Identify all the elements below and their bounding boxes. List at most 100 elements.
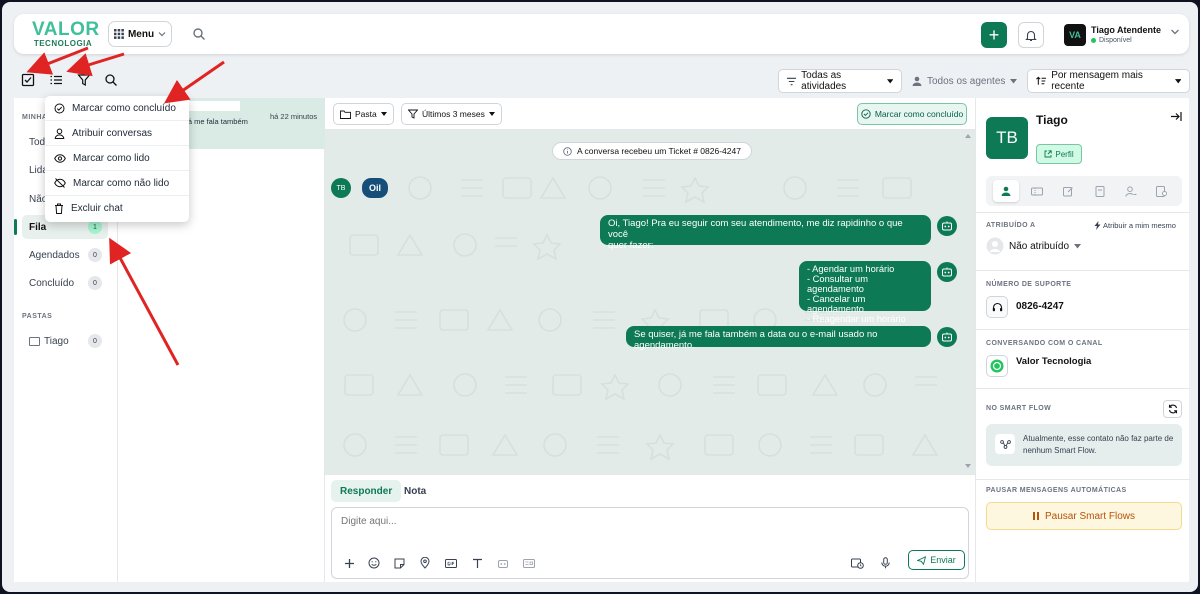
support-number: 0826-4247 (1016, 301, 1064, 312)
sort-filter-label: Por mensagem mais recente (1051, 70, 1143, 92)
send-button-label: Enviar (930, 555, 956, 565)
tab-history[interactable] (1149, 180, 1175, 202)
smartflow-info: Atualmente, esse contato não faz parte d… (986, 424, 1182, 466)
external-link-icon (1044, 150, 1053, 158)
user-name: Tiago Atendente (1091, 25, 1162, 35)
assignee-select[interactable]: Não atribuído (986, 237, 1082, 255)
profile-button-label: Perfil (1055, 149, 1074, 159)
menu-item-mark-done[interactable]: Marcar como concluído (45, 96, 189, 121)
message-line: - Reagendar um horário (807, 313, 906, 324)
sidebar-item-label: Agendados (29, 249, 80, 261)
file-icon (1095, 185, 1105, 197)
count-badge: 0 (88, 276, 102, 290)
tab-users[interactable] (1118, 180, 1144, 202)
sidebar-item-done[interactable]: Concluído 0 (22, 271, 108, 295)
notifications-button[interactable] (1018, 22, 1044, 48)
menu-item-assign[interactable]: Atribuir conversas (45, 121, 189, 146)
activities-filter[interactable]: Todas as atividades (778, 69, 902, 93)
contact-panel: TB Tiago Perfil ATRIBUÍDO A Atribuir a m… (975, 98, 1190, 582)
trash-icon (55, 203, 63, 214)
check-circle-icon (54, 103, 65, 113)
template-icon[interactable] (522, 556, 536, 570)
pause-smartflows-button[interactable]: Pausar Smart Flows (986, 502, 1182, 530)
section-folders-heading: PASTAS (22, 313, 53, 320)
new-conversation-button[interactable]: + (981, 22, 1007, 48)
tab-note[interactable]: Nota (395, 480, 435, 502)
filter-icon[interactable] (77, 73, 91, 87)
document-search-icon (1156, 185, 1168, 197)
gif-icon[interactable] (444, 556, 458, 570)
schedule-message-icon[interactable] (850, 556, 864, 570)
location-icon[interactable] (418, 556, 432, 570)
eye-off-icon (54, 178, 66, 188)
agents-filter[interactable]: Todos os agentes (912, 69, 1018, 93)
user-status: Disponível (1091, 37, 1132, 44)
status-dot-icon (1091, 38, 1096, 43)
menu-label: Menu (127, 28, 155, 40)
send-button[interactable]: Enviar (908, 550, 965, 570)
whatsapp-icon (986, 355, 1008, 377)
brand-logo[interactable]: VALOR TECNOLOGIA (32, 20, 99, 48)
contact-name: Tiago (1036, 113, 1068, 127)
folder-button[interactable]: Pasta (333, 103, 394, 125)
tab-files[interactable] (1087, 180, 1113, 202)
sidebar-folder-tiago[interactable]: Tiago 0 (22, 329, 108, 353)
period-button[interactable]: Últimos 3 meses (401, 103, 502, 125)
sidebar-item-scheduled[interactable]: Agendados 0 (22, 243, 108, 267)
message-input[interactable] (341, 516, 741, 527)
top-bar: VALOR TECNOLOGIA Menu + VA Tiago Atenden… (14, 14, 1189, 54)
eye-icon (54, 153, 66, 163)
folder-icon (29, 336, 40, 346)
mark-done-button[interactable]: Marcar como concluído (857, 103, 967, 125)
search-icon[interactable] (104, 73, 118, 87)
assign-to-me-link[interactable]: Atribuir a mim mesmo (1094, 221, 1176, 230)
tab-contact[interactable] (992, 180, 1019, 202)
scroll-down-icon[interactable] (965, 464, 971, 468)
chevron-down-icon[interactable] (1170, 28, 1180, 36)
channel-name: Valor Tecnologia (1016, 356, 1092, 367)
menu-item-label: Marcar como lido (73, 152, 150, 164)
select-checkbox-icon[interactable] (21, 73, 35, 87)
tab-tickets[interactable] (1024, 180, 1050, 202)
profile-button[interactable]: Perfil (1036, 144, 1082, 164)
refresh-button[interactable] (1163, 400, 1182, 418)
message-line: Se quiser, já me fala também a data ou o… (634, 329, 878, 351)
menu-item-mark-unread[interactable]: Marcar como não lido (45, 171, 189, 196)
user-avatar[interactable]: VA (1064, 24, 1086, 46)
menu-item-delete[interactable]: Excluir chat (45, 196, 189, 221)
period-button-label: Últimos 3 meses (422, 109, 485, 119)
app-window: VALOR TECNOLOGIA Menu + VA Tiago Atenden… (2, 2, 1198, 592)
list-icon[interactable] (49, 73, 63, 87)
plus-icon[interactable] (342, 556, 356, 570)
smartflow-heading: NO SMART FLOW (986, 405, 1052, 412)
sort-filter[interactable]: Por mensagem mais recente (1027, 69, 1190, 93)
scroll-up-icon[interactable] (965, 134, 971, 138)
assign-to-me-label: Atribuir a mim mesmo (1103, 221, 1176, 230)
tab-reply[interactable]: Responder (331, 480, 402, 502)
user-icon (1001, 186, 1011, 196)
menu-item-label: Excluir chat (71, 203, 123, 214)
tab-notes[interactable] (1055, 180, 1081, 202)
message-line: - Consultar um agendamento (807, 273, 868, 294)
microphone-icon[interactable] (878, 556, 892, 570)
emoji-icon[interactable] (367, 556, 381, 570)
edit-icon (1062, 186, 1073, 196)
bot-icon[interactable] (496, 556, 510, 570)
user-icon (912, 76, 922, 86)
menu-item-label: Marcar como não lido (73, 177, 170, 189)
sticker-icon[interactable] (392, 556, 406, 570)
collapse-panel-icon[interactable] (1170, 111, 1182, 122)
caret-down-icon (886, 78, 893, 83)
chat-scrollbar[interactable] (961, 130, 975, 474)
menu-button[interactable]: Menu (108, 21, 172, 47)
support-heading: NÚMERO DE SUPORTE (986, 281, 1072, 288)
caret-down-icon (380, 112, 387, 116)
search-icon[interactable] (192, 27, 206, 41)
pause-heading: PAUSAR MENSAGENS AUTOMÁTICAS (986, 487, 1127, 494)
pause-icon (1032, 512, 1039, 520)
bot-message: - Agendar um horário - Consultar um agen… (799, 261, 931, 324)
text-format-icon[interactable] (470, 556, 484, 570)
user-icon (54, 128, 65, 139)
conversation-preview: , já me fala também (182, 117, 248, 126)
menu-item-mark-read[interactable]: Marcar como lido (45, 146, 189, 171)
